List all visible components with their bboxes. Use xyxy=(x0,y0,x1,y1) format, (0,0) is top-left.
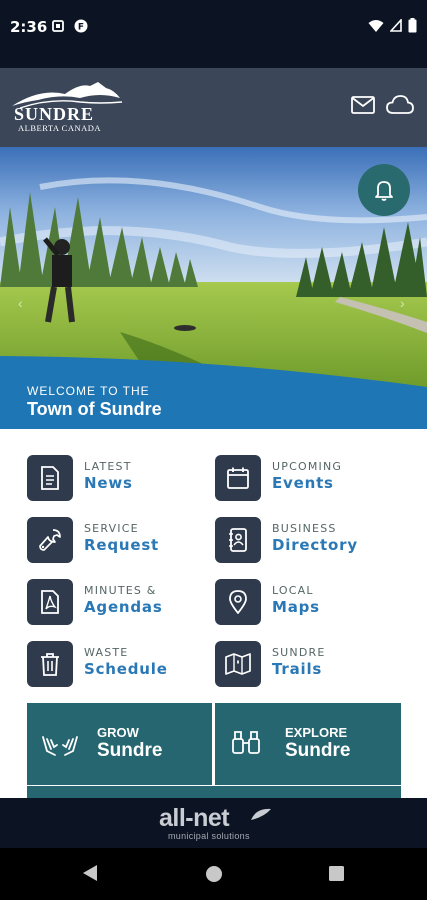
explore-label-small: EXPLORE xyxy=(285,725,348,740)
logo-subtitle: ALBERTA CANADA xyxy=(18,123,102,133)
home-icon[interactable] xyxy=(205,865,223,888)
sundre-logo[interactable]: SUNDRE ALBERTA CANADA xyxy=(10,80,125,138)
tile-waste-schedule[interactable]: WASTE Schedule xyxy=(27,641,212,689)
map-pin-icon xyxy=(215,579,261,625)
mail-icon[interactable] xyxy=(351,96,375,119)
wifi-icon xyxy=(368,19,384,32)
welcome-subtitle: WELCOME TO THE xyxy=(27,384,150,398)
back-icon[interactable] xyxy=(82,864,98,887)
pdf-icon xyxy=(27,579,73,625)
tile-label-main: Request xyxy=(84,536,160,554)
footer: all-net municipal solutions xyxy=(0,798,427,848)
tile-sundre-trails[interactable]: SUNDRE Trails xyxy=(215,641,400,689)
main-content: LATEST News UPCOMING Events SERVICE Requ… xyxy=(0,429,427,798)
tile-minutes-agendas[interactable]: MINUTES & Agendas xyxy=(27,579,212,627)
tile-label-small: SUNDRE xyxy=(272,646,326,659)
logo-title: SUNDRE xyxy=(14,104,95,124)
document-icon xyxy=(27,455,73,501)
leaf-logo-icon xyxy=(251,808,271,820)
grow-label-small: GROW xyxy=(97,725,139,740)
allnet-tagline: municipal solutions xyxy=(168,831,250,841)
tile-label-small: LOCAL xyxy=(272,584,314,597)
recents-icon[interactable] xyxy=(329,866,344,886)
explore-sundre-button[interactable]: EXPLORE Sundre xyxy=(214,703,401,785)
trail-map-icon xyxy=(215,641,261,687)
binoculars-icon xyxy=(231,729,261,760)
status-bar: 2:36 F xyxy=(0,0,427,68)
teal-row-partial[interactable] xyxy=(27,785,401,798)
tile-upcoming-events[interactable]: UPCOMING Events xyxy=(215,455,400,503)
hands-icon xyxy=(41,731,79,762)
system-nav-bar xyxy=(0,848,427,900)
wrench-icon xyxy=(27,517,73,563)
tile-label-small: UPCOMING xyxy=(272,460,343,473)
tile-business-directory[interactable]: BUSINESS Directory xyxy=(215,517,400,565)
notifications-button[interactable] xyxy=(358,164,410,216)
contact-book-icon xyxy=(215,517,261,563)
tile-label-main: Directory xyxy=(272,536,358,554)
tile-label-main: Agendas xyxy=(84,598,163,616)
app-header: SUNDRE ALBERTA CANADA xyxy=(0,68,427,147)
tile-label-main: Maps xyxy=(272,598,320,616)
tile-local-maps[interactable]: LOCAL Maps xyxy=(215,579,400,627)
tile-label-small: SERVICE xyxy=(84,522,139,535)
tile-service-request[interactable]: SERVICE Request xyxy=(27,517,212,565)
svg-text:F: F xyxy=(78,23,84,33)
carousel-prev-icon[interactable]: ‹ xyxy=(18,295,23,311)
battery-icon xyxy=(408,18,417,33)
allnet-brand[interactable]: all-net xyxy=(159,804,230,833)
cloud-icon[interactable] xyxy=(386,95,414,120)
calendar-icon xyxy=(215,455,261,501)
tile-label-small: WASTE xyxy=(84,646,129,659)
grow-label-main: Sundre xyxy=(97,740,163,761)
notification-square-icon xyxy=(52,19,64,37)
bell-icon xyxy=(375,181,393,201)
tile-label-small: LATEST xyxy=(84,460,132,473)
tile-label-small: BUSINESS xyxy=(272,522,337,535)
explore-label-main: Sundre xyxy=(285,740,351,761)
grow-sundre-button[interactable]: GROW Sundre xyxy=(27,703,212,785)
tile-latest-news[interactable]: LATEST News xyxy=(27,455,212,503)
hero-banner: WELCOME TO THE Town of Sundre ‹ › xyxy=(0,147,427,429)
tile-label-main: Events xyxy=(272,474,334,492)
tile-label-main: Trails xyxy=(272,660,323,678)
welcome-title: Town of Sundre xyxy=(27,399,162,419)
app-notification-icon: F xyxy=(74,19,88,38)
signal-icon xyxy=(390,19,402,32)
status-time: 2:36 xyxy=(10,18,48,36)
tile-label-main: News xyxy=(84,474,133,492)
status-icons xyxy=(368,18,417,33)
tile-label-small: MINUTES & xyxy=(84,584,157,597)
tile-label-main: Schedule xyxy=(84,660,168,678)
carousel-next-icon[interactable]: › xyxy=(400,295,405,311)
trash-icon xyxy=(27,641,73,687)
